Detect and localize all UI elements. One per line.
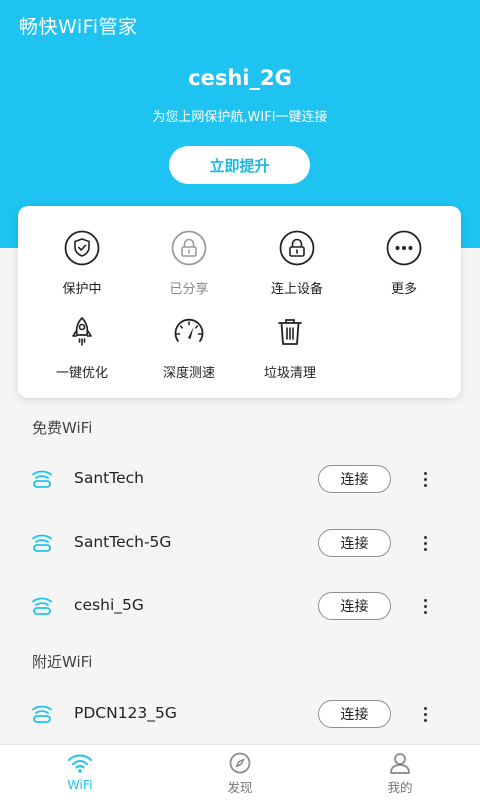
trash-icon: [270, 312, 310, 352]
section-title-nearby-wifi: 附近WiFi: [32, 653, 93, 671]
tool-label: 更多: [390, 282, 417, 297]
wifi-signal-icon: [32, 597, 52, 615]
user-icon: [387, 751, 413, 775]
tab-label: WiFi: [67, 777, 93, 792]
tool-protect[interactable]: 保护中: [32, 228, 132, 308]
wifi-signal-icon: [32, 705, 52, 723]
wifi-name: SantTech: [74, 469, 144, 487]
wifi-name: ceshi_5G: [74, 596, 144, 614]
wifi-signal-icon: [32, 470, 52, 488]
tool-label: 深度测速: [162, 366, 215, 381]
wifi-row[interactable]: PDCN123_5G 连接: [0, 688, 480, 740]
tab-discover[interactable]: 发现: [160, 745, 320, 800]
tool-label: 已分享: [169, 282, 209, 297]
boost-button[interactable]: 立即提升: [169, 146, 310, 184]
shield-check-icon: [62, 228, 102, 268]
more-vert-icon[interactable]: [416, 529, 434, 557]
tool-label: 保护中: [62, 282, 102, 297]
tab-profile[interactable]: 我的: [320, 745, 480, 800]
wifi-row[interactable]: ceshi_5G 连接: [0, 580, 480, 632]
wifi-icon: [67, 751, 93, 775]
tool-speed-test[interactable]: 深度测速: [139, 312, 239, 392]
tool-optimize[interactable]: 一键优化: [32, 312, 132, 392]
wifi-row[interactable]: SantTech 连接: [0, 453, 480, 505]
section-title-free-wifi: 免费WiFi: [32, 419, 93, 437]
tab-label: 发现: [227, 780, 253, 795]
tool-connected-devices[interactable]: 连上设备: [247, 228, 347, 308]
tool-junk-clean[interactable]: 垃圾清理: [240, 312, 340, 392]
current-ssid: ceshi_2G: [188, 66, 292, 90]
tool-more[interactable]: 更多: [354, 228, 454, 308]
more-icon: [384, 228, 424, 268]
bottom-tab-bar: WiFi 发现 我的: [0, 744, 480, 800]
app-title: 畅快WiFi管家: [19, 16, 138, 38]
wifi-name: PDCN123_5G: [74, 704, 177, 722]
connect-button[interactable]: 连接: [318, 700, 391, 728]
wifi-signal-icon: [32, 534, 52, 552]
header-subtitle: 为您上网保护航,WIFI一键连接: [152, 110, 328, 125]
tab-label: 我的: [387, 780, 413, 795]
tools-card: 保护中 已分享 连上设备 更多 一键优化 深度测速 垃圾清理: [18, 206, 461, 398]
lock-device-icon: [277, 228, 317, 268]
compass-icon: [227, 751, 253, 775]
wifi-name: SantTech-5G: [74, 533, 172, 551]
lock-share-icon: [169, 228, 209, 268]
speedometer-icon: [169, 312, 209, 352]
more-vert-icon[interactable]: [416, 465, 434, 493]
tab-wifi[interactable]: WiFi: [0, 745, 160, 800]
wifi-row[interactable]: SantTech-5G 连接: [0, 517, 480, 569]
more-vert-icon[interactable]: [416, 700, 434, 728]
tool-label: 连上设备: [270, 282, 323, 297]
connect-button[interactable]: 连接: [318, 465, 391, 493]
tool-label: 一键优化: [55, 366, 108, 381]
tool-label: 垃圾清理: [263, 366, 316, 381]
connect-button[interactable]: 连接: [318, 592, 391, 620]
rocket-icon: [62, 312, 102, 352]
tool-shared[interactable]: 已分享: [139, 228, 239, 308]
connect-button[interactable]: 连接: [318, 529, 391, 557]
more-vert-icon[interactable]: [416, 592, 434, 620]
